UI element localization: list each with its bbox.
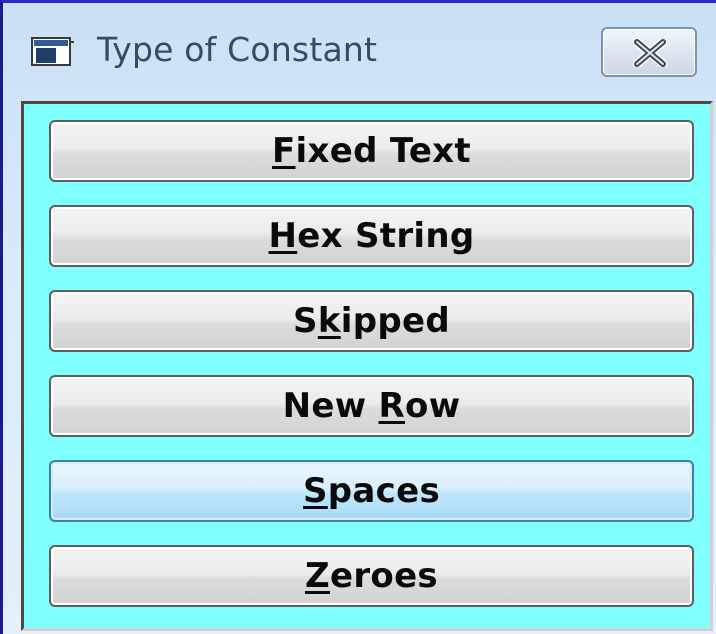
new-row-label: New Row xyxy=(282,386,461,426)
zeroes-label: Zeroes xyxy=(305,556,438,596)
app-window-icon[interactable] xyxy=(31,37,75,67)
window-title: Type of Constant xyxy=(97,30,378,69)
zeroes-button[interactable]: Zeroes xyxy=(49,545,694,607)
fixed-text-label: Fixed Text xyxy=(272,131,471,171)
new-row-button[interactable]: New Row xyxy=(49,375,694,437)
dialog-window: Type of Constant Fixed Text Hex String S… xyxy=(0,0,716,634)
skipped-label: Skipped xyxy=(293,301,450,341)
close-button[interactable] xyxy=(601,27,697,77)
options-panel: Fixed Text Hex String Skipped New Row Sp… xyxy=(21,101,713,631)
hex-string-label: Hex String xyxy=(268,216,475,256)
skipped-button[interactable]: Skipped xyxy=(49,290,694,352)
spaces-button[interactable]: Spaces xyxy=(49,460,694,522)
hex-string-button[interactable]: Hex String xyxy=(49,205,694,267)
fixed-text-button[interactable]: Fixed Text xyxy=(49,120,694,182)
title-bar[interactable]: Type of Constant xyxy=(3,3,716,98)
spaces-label: Spaces xyxy=(302,471,441,511)
close-x-icon xyxy=(633,39,667,67)
